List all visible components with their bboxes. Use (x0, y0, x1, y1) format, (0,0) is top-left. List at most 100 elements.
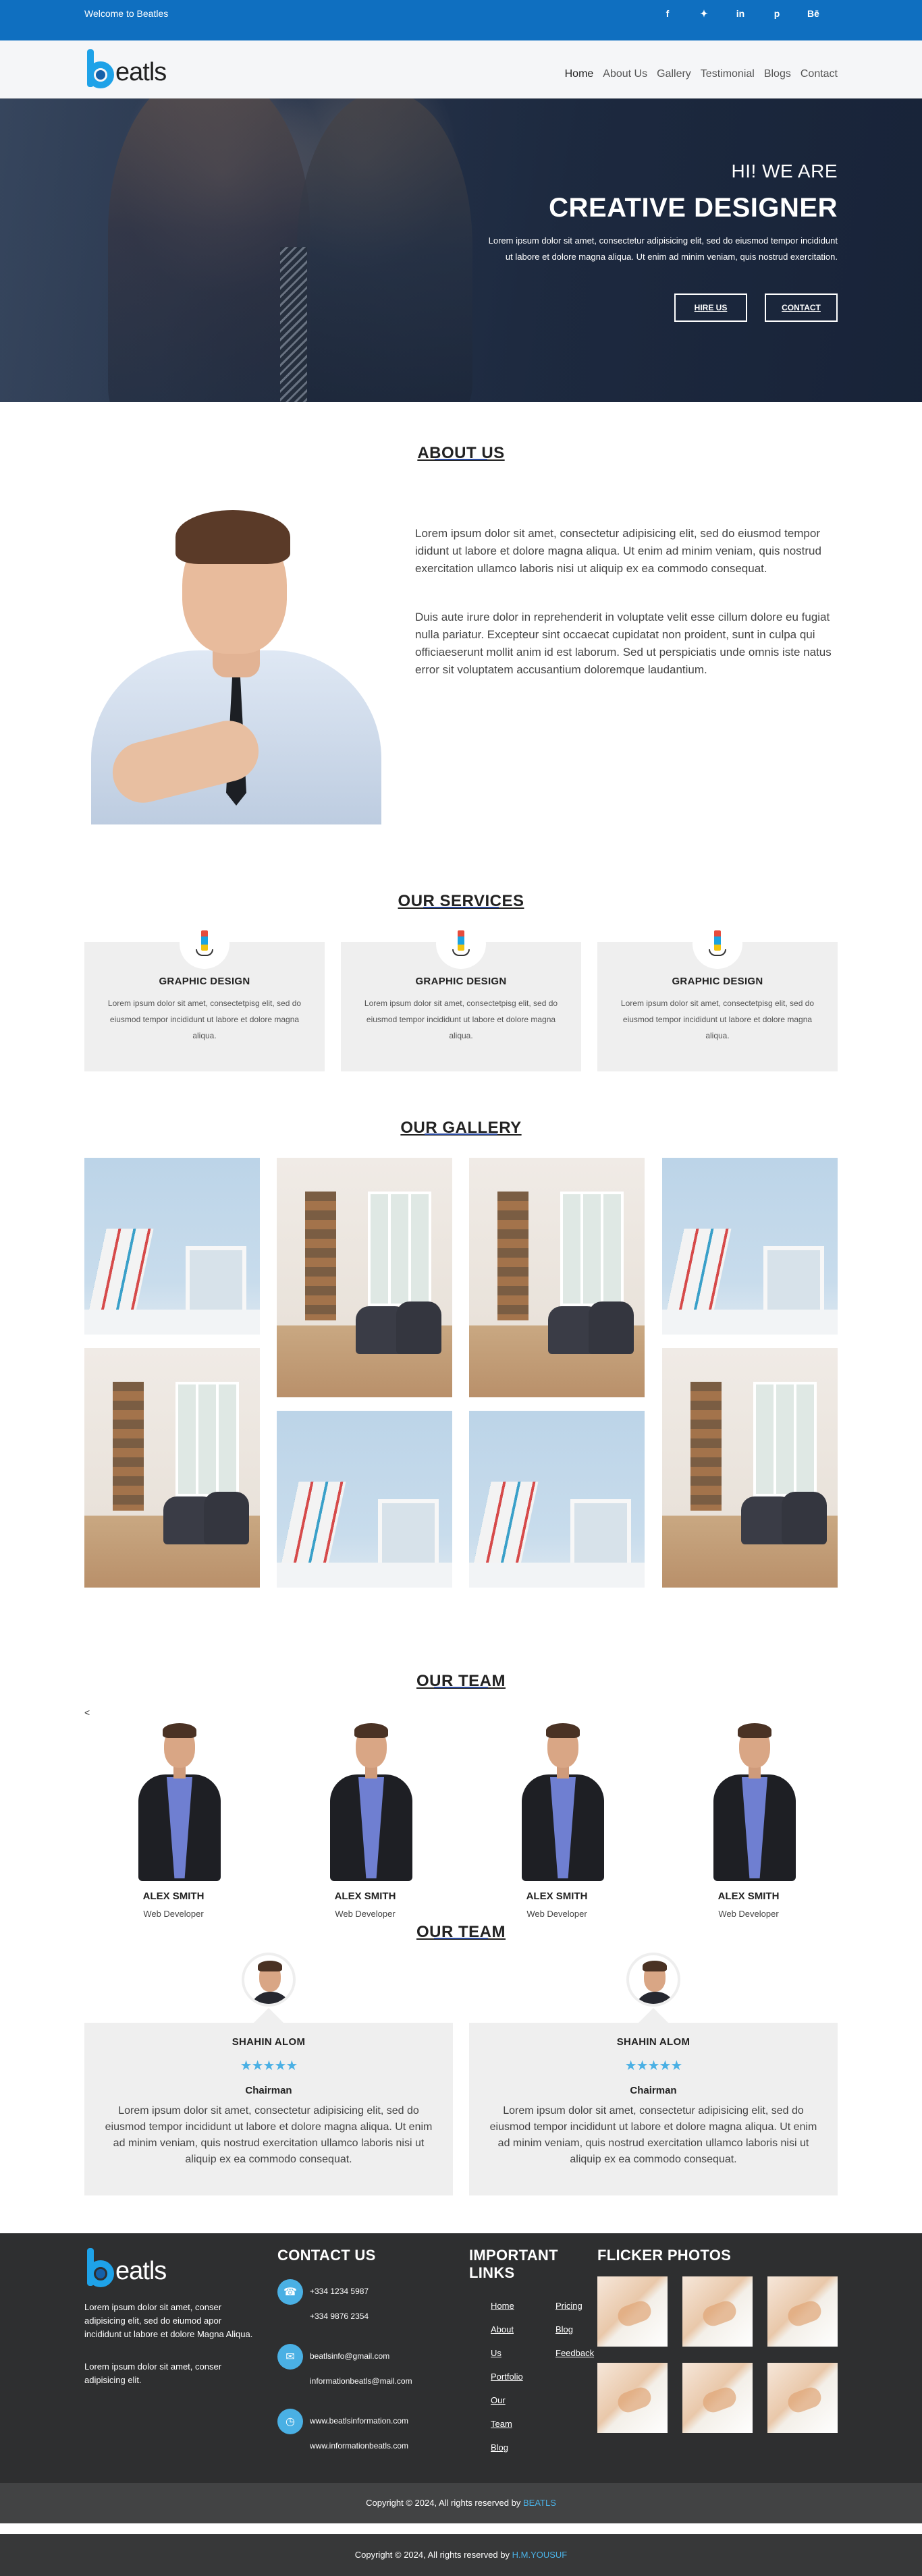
design-tool-icon (436, 919, 486, 969)
nav-gallery[interactable]: Gallery (657, 68, 691, 80)
testimonial-name: SHAHIN ALOM (616, 2036, 690, 2048)
gallery-image[interactable] (84, 1158, 260, 1335)
footer-link-team[interactable]: Team (491, 2412, 555, 2436)
avatar (626, 1953, 680, 2007)
team-member-card[interactable]: ALEX SMITH Web Developer (686, 1719, 811, 1919)
flicker-photo[interactable] (767, 2363, 838, 2433)
about-title: ABOUT US (417, 444, 505, 462)
member-name: ALEX SMITH (717, 1891, 780, 1902)
gallery-image[interactable] (662, 1348, 838, 1588)
footer-about-text-2: Lorem ipsum dolor sit amet, conser adipi… (84, 2361, 222, 2385)
hero-greeting: HI! WE ARE (731, 161, 838, 181)
gallery-image[interactable] (277, 1158, 452, 1397)
links-title: IMPORTANT LINKS (469, 2247, 558, 2281)
star-rating-icon: ★★★★★ (240, 2059, 298, 2073)
copyright-bar: Copyright © 2024, All rights reserved by… (0, 2483, 922, 2523)
footer-link-about[interactable]: About (491, 2318, 555, 2341)
service-card[interactable]: GRAPHIC DESIGN Lorem ipsum dolor sit ame… (597, 919, 838, 1071)
testimonial-role: Chairman (630, 2085, 677, 2096)
footer-link-blog[interactable]: Blog (491, 2436, 555, 2459)
service-text: Lorem ipsum dolor sit amet, consectetpis… (107, 999, 302, 1040)
nav-contact[interactable]: Contact (801, 68, 838, 80)
team-member-card[interactable]: ALEX SMITH Web Developer (495, 1719, 619, 1919)
hero-description: Lorem ipsum dolor sit amet, consectetur … (488, 235, 838, 262)
site-logo[interactable]: eatls (84, 48, 167, 91)
email-1[interactable]: beatlsinfo@gmail.com (310, 2344, 412, 2369)
gallery-image[interactable] (662, 1158, 838, 1335)
copyright-link-2[interactable]: H.M.YOUSUF (512, 2550, 568, 2560)
flicker-photo[interactable] (597, 2276, 668, 2347)
team-member-photo (111, 1719, 236, 1881)
about-section: ABOUT US Lorem ipsum dolor sit amet, con… (0, 402, 922, 876)
gallery-section: OUR GALLERY (0, 1112, 922, 1625)
testimonial-text: Lorem ipsum dolor sit amet, consectetur … (105, 2105, 433, 2165)
twitter-icon[interactable]: ✦ (695, 8, 713, 20)
gallery-title: OUR GALLERY (400, 1119, 522, 1137)
service-card[interactable]: GRAPHIC DESIGN Lorem ipsum dolor sit ame… (341, 919, 581, 1071)
flicker-photo[interactable] (682, 2363, 753, 2433)
contact-button[interactable]: CONTACT (765, 293, 838, 322)
welcome-text: Welcome to Beatles (84, 8, 169, 19)
footer-link-feedback[interactable]: Feedback (555, 2341, 594, 2365)
footer-link-us[interactable]: Us (491, 2341, 555, 2365)
service-text: Lorem ipsum dolor sit amet, consectetpis… (620, 999, 815, 1040)
footer-logo[interactable]: eatls (84, 2247, 277, 2290)
top-bar: Welcome to Beatles f ✦ in p Bē (0, 0, 922, 40)
service-text: Lorem ipsum dolor sit amet, consectetpis… (364, 999, 558, 1040)
social-links: f ✦ in p Bē (658, 8, 823, 20)
member-role: Web Developer (718, 1909, 779, 1919)
website-2[interactable]: www.informationbeatls.com (310, 2434, 408, 2459)
facebook-icon[interactable]: f (658, 8, 677, 20)
about-paragraph-2: Duis aute irure dolor in reprehenderit i… (415, 611, 832, 676)
member-name: ALEX SMITH (526, 1891, 588, 1902)
nav-testimonial[interactable]: Testimonial (701, 68, 755, 80)
hire-us-button[interactable]: HIRE US (674, 293, 747, 322)
flicker-photo[interactable] (682, 2276, 753, 2347)
carousel-prev-button[interactable]: < (84, 1707, 90, 1718)
hero-content: HI! WE ARE CREATIVE DESIGNER Lorem ipsum… (487, 161, 838, 322)
logo-text: eatls (115, 58, 167, 86)
team-member-card[interactable]: ALEX SMITH Web Developer (111, 1719, 236, 1919)
gallery-image[interactable] (469, 1158, 645, 1397)
copyright-link[interactable]: BEATLS (523, 2498, 556, 2508)
team-member-photo (303, 1719, 427, 1881)
nav-about-us[interactable]: About Us (603, 68, 647, 80)
hero-title: CREATIVE DESIGNER (549, 193, 838, 223)
pinterest-icon[interactable]: p (767, 8, 786, 20)
design-tool-icon (180, 919, 229, 969)
footer-link-home[interactable]: Home (491, 2294, 555, 2318)
navbar: eatls Home About Us Gallery Testimonial … (0, 40, 922, 99)
email-2[interactable]: informationbeatls@mail.com (310, 2369, 412, 2394)
service-card[interactable]: GRAPHIC DESIGN Lorem ipsum dolor sit ame… (84, 919, 325, 1071)
main-menu: Home About Us Gallery Testimonial Blogs … (565, 68, 838, 80)
team-member-card[interactable]: ALEX SMITH Web Developer (303, 1719, 427, 1919)
linkedin-icon[interactable]: in (731, 8, 750, 20)
footer-link-our[interactable]: Our (491, 2388, 555, 2412)
footer-link-portfolio[interactable]: Portfolio (491, 2365, 555, 2388)
copyright-bar-2: Copyright © 2024, All rights reserved by… (0, 2534, 922, 2576)
logo-b-icon (84, 2247, 114, 2290)
testimonial-text: Lorem ipsum dolor sit amet, consectetur … (489, 2105, 817, 2165)
nav-home[interactable]: Home (565, 68, 594, 80)
phone-icon: ☎ (277, 2279, 303, 2305)
testimonial-role: Chairman (245, 2085, 292, 2096)
footer-link-blog-2[interactable]: Blog (555, 2318, 594, 2341)
phone-2[interactable]: +334 9876 2354 (310, 2304, 369, 2329)
gallery-image[interactable] (84, 1348, 260, 1588)
phone-1[interactable]: +334 1234 5987 (310, 2279, 369, 2304)
nav-blogs[interactable]: Blogs (764, 68, 791, 80)
testimonials-section: OUR TEAM SHAHIN ALOM ★★★★★ Chairman Lore… (0, 1915, 922, 2233)
logo-b-icon (84, 48, 114, 91)
testimonial-name: SHAHIN ALOM (232, 2036, 306, 2048)
gallery-image[interactable] (277, 1411, 452, 1588)
member-role: Web Developer (143, 1909, 204, 1919)
flicker-photo[interactable] (767, 2276, 838, 2347)
website-1[interactable]: www.beatlsinformation.com (310, 2409, 408, 2434)
gallery-image[interactable] (469, 1411, 645, 1588)
design-tool-icon (693, 919, 742, 969)
flicker-photo[interactable] (597, 2363, 668, 2433)
team-title: OUR TEAM (416, 1672, 506, 1690)
about-paragraph-1: Lorem ipsum dolor sit amet, consectetur … (415, 527, 821, 575)
behance-icon[interactable]: Bē (804, 8, 823, 20)
footer-link-pricing[interactable]: Pricing (555, 2294, 594, 2318)
